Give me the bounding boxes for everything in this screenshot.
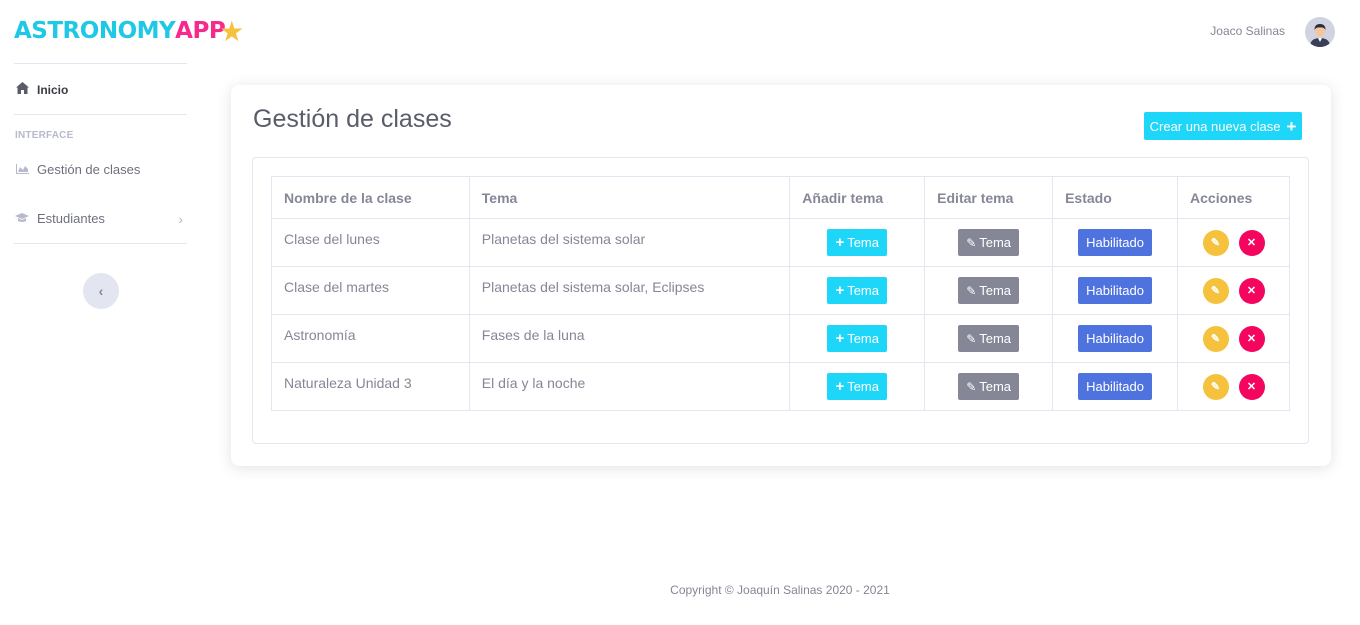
topic-cell: Planetas del sistema solar [468,218,791,267]
column-header: Nombre de la clase [271,176,470,219]
edit-icon: ✎ [1210,237,1221,249]
home-icon [15,82,29,97]
topic-cell: El día y la noche [468,362,791,411]
sidebar-item-inicio[interactable]: Inicio [15,82,187,97]
edit-class-button[interactable]: ✎ [1202,229,1229,256]
class-name-cell: Astronomía [271,314,470,363]
chevron-right-icon: › [178,210,183,227]
sidebar-item-label: Inicio [37,82,69,97]
add-topic-button[interactable]: + Tema [827,229,887,256]
table-row: Clase del lunes Planetas del sistema sola… [271,218,1290,267]
column-header: Acciones [1177,176,1290,219]
class-name-cell: Clase del martes [271,266,470,315]
edit-icon: ✎ [966,235,977,250]
status-badge[interactable]: Habilitado [1078,373,1152,400]
delete-class-button[interactable]: ✕ [1238,373,1265,400]
sidebar-divider [14,243,187,244]
status-cell: Habilitado [1052,362,1179,411]
edit-class-button[interactable]: ✎ [1202,277,1229,304]
edit-topic-button[interactable]: ✎ Tema [958,373,1020,400]
chart-area-icon [15,163,29,177]
edit-icon: ✎ [1210,333,1221,345]
add-topic-button[interactable]: + Tema [827,373,887,400]
delete-class-button[interactable]: ✕ [1238,277,1265,304]
status-cell: Habilitado [1052,218,1179,267]
sidebar-divider [14,63,187,64]
status-cell: Habilitado [1052,314,1179,363]
close-icon: ✕ [1246,333,1257,345]
brand-logo[interactable]: ASTRONOMY APP ★ [14,14,244,48]
delete-class-button[interactable]: ✕ [1238,325,1265,352]
plus-icon: + [835,330,845,347]
sidebar-toggle-button[interactable]: ‹ [83,273,119,309]
class-name-cell: Naturaleza Unidad 3 [271,362,470,411]
sidebar-item-label: Estudiantes [37,211,105,226]
sidebar-heading: INTERFACE [15,130,74,141]
edit-topic-button[interactable]: ✎ Tema [958,277,1020,304]
sidebar-item-estudiantes[interactable]: Estudiantes › [15,210,187,227]
page-title: Gestión de clases [253,105,452,133]
edit-topic-cell: ✎ Tema [924,266,1054,315]
topic-cell: Fases de la luna [468,314,791,363]
edit-topic-cell: ✎ Tema [924,218,1054,267]
edit-topic-cell: ✎ Tema [924,362,1054,411]
sidebar-divider [14,114,187,115]
close-icon: ✕ [1246,237,1257,249]
chevron-left-icon: ‹ [98,283,104,299]
add-topic-cell: + Tema [789,314,926,363]
status-badge[interactable]: Habilitado [1078,229,1152,256]
graduation-cap-icon [15,212,29,226]
plus-icon: + [835,282,845,299]
edit-class-button[interactable]: ✎ [1202,373,1229,400]
add-topic-button[interactable]: + Tema [827,277,887,304]
class-name-cell: Clase del lunes [271,218,470,267]
actions-cell: ✎ ✕ [1177,218,1290,267]
status-badge[interactable]: Habilitado [1078,325,1152,352]
actions-cell: ✎ ✕ [1177,314,1290,363]
actions-cell: ✎ ✕ [1177,362,1290,411]
close-icon: ✕ [1246,285,1257,297]
plus-icon: + [835,234,845,251]
actions-cell: ✎ ✕ [1177,266,1290,315]
star-icon: ★ [219,14,244,48]
table-row: Clase del martes Planetas del sistema sol… [271,266,1290,315]
add-topic-cell: + Tema [789,266,926,315]
close-icon: ✕ [1246,381,1257,393]
column-header: Añadir tema [789,176,926,219]
column-header: Tema [468,176,791,219]
add-topic-cell: + Tema [789,218,926,267]
classes-table: Nombre de la clase Tema Añadir tema Edit… [271,176,1290,411]
plus-icon: + [1286,116,1297,136]
topic-cell: Planetas del sistema solar, Eclipses [468,266,791,315]
sidebar-item-label: Gestión de clases [37,162,141,177]
table-row: Naturaleza Unidad 3 El día y la noche + Tem… [271,362,1290,411]
plus-icon: + [835,378,845,395]
add-topic-button[interactable]: + Tema [827,325,887,352]
edit-icon: ✎ [966,331,977,346]
add-topic-cell: + Tema [789,362,926,411]
edit-topic-button[interactable]: ✎ Tema [958,229,1020,256]
edit-topic-cell: ✎ Tema [924,314,1054,363]
classes-card: Gestión de clases Crear una nueva clase … [231,85,1331,466]
table-header-row: Nombre de la clase Tema Añadir tema Edit… [271,176,1290,219]
edit-icon: ✎ [966,379,977,394]
sidebar-item-gestion-clases[interactable]: Gestión de clases [15,162,187,177]
edit-icon: ✎ [1210,381,1221,393]
delete-class-button[interactable]: ✕ [1238,229,1265,256]
edit-icon: ✎ [1210,285,1221,297]
create-class-button[interactable]: Crear una nueva clase + [1144,112,1302,140]
footer-copyright: Copyright © Joaquín Salinas 2020 - 2021 [670,583,890,597]
status-badge[interactable]: Habilitado [1078,277,1152,304]
table-row: Astronomía Fases de la luna + Tema ✎ Tema Habi… [271,314,1290,363]
status-cell: Habilitado [1052,266,1179,315]
edit-icon: ✎ [966,283,977,298]
edit-class-button[interactable]: ✎ [1202,325,1229,352]
avatar[interactable] [1305,17,1335,47]
sidebar: ASTRONOMY APP ★ Inicio INTERFACE Gestión d… [0,0,244,625]
user-name[interactable]: Joaco Salinas [1210,24,1285,38]
edit-topic-button[interactable]: ✎ Tema [958,325,1020,352]
column-header: Estado [1052,176,1179,219]
column-header: Editar tema [924,176,1054,219]
table-container: Nombre de la clase Tema Añadir tema Edit… [252,157,1309,444]
